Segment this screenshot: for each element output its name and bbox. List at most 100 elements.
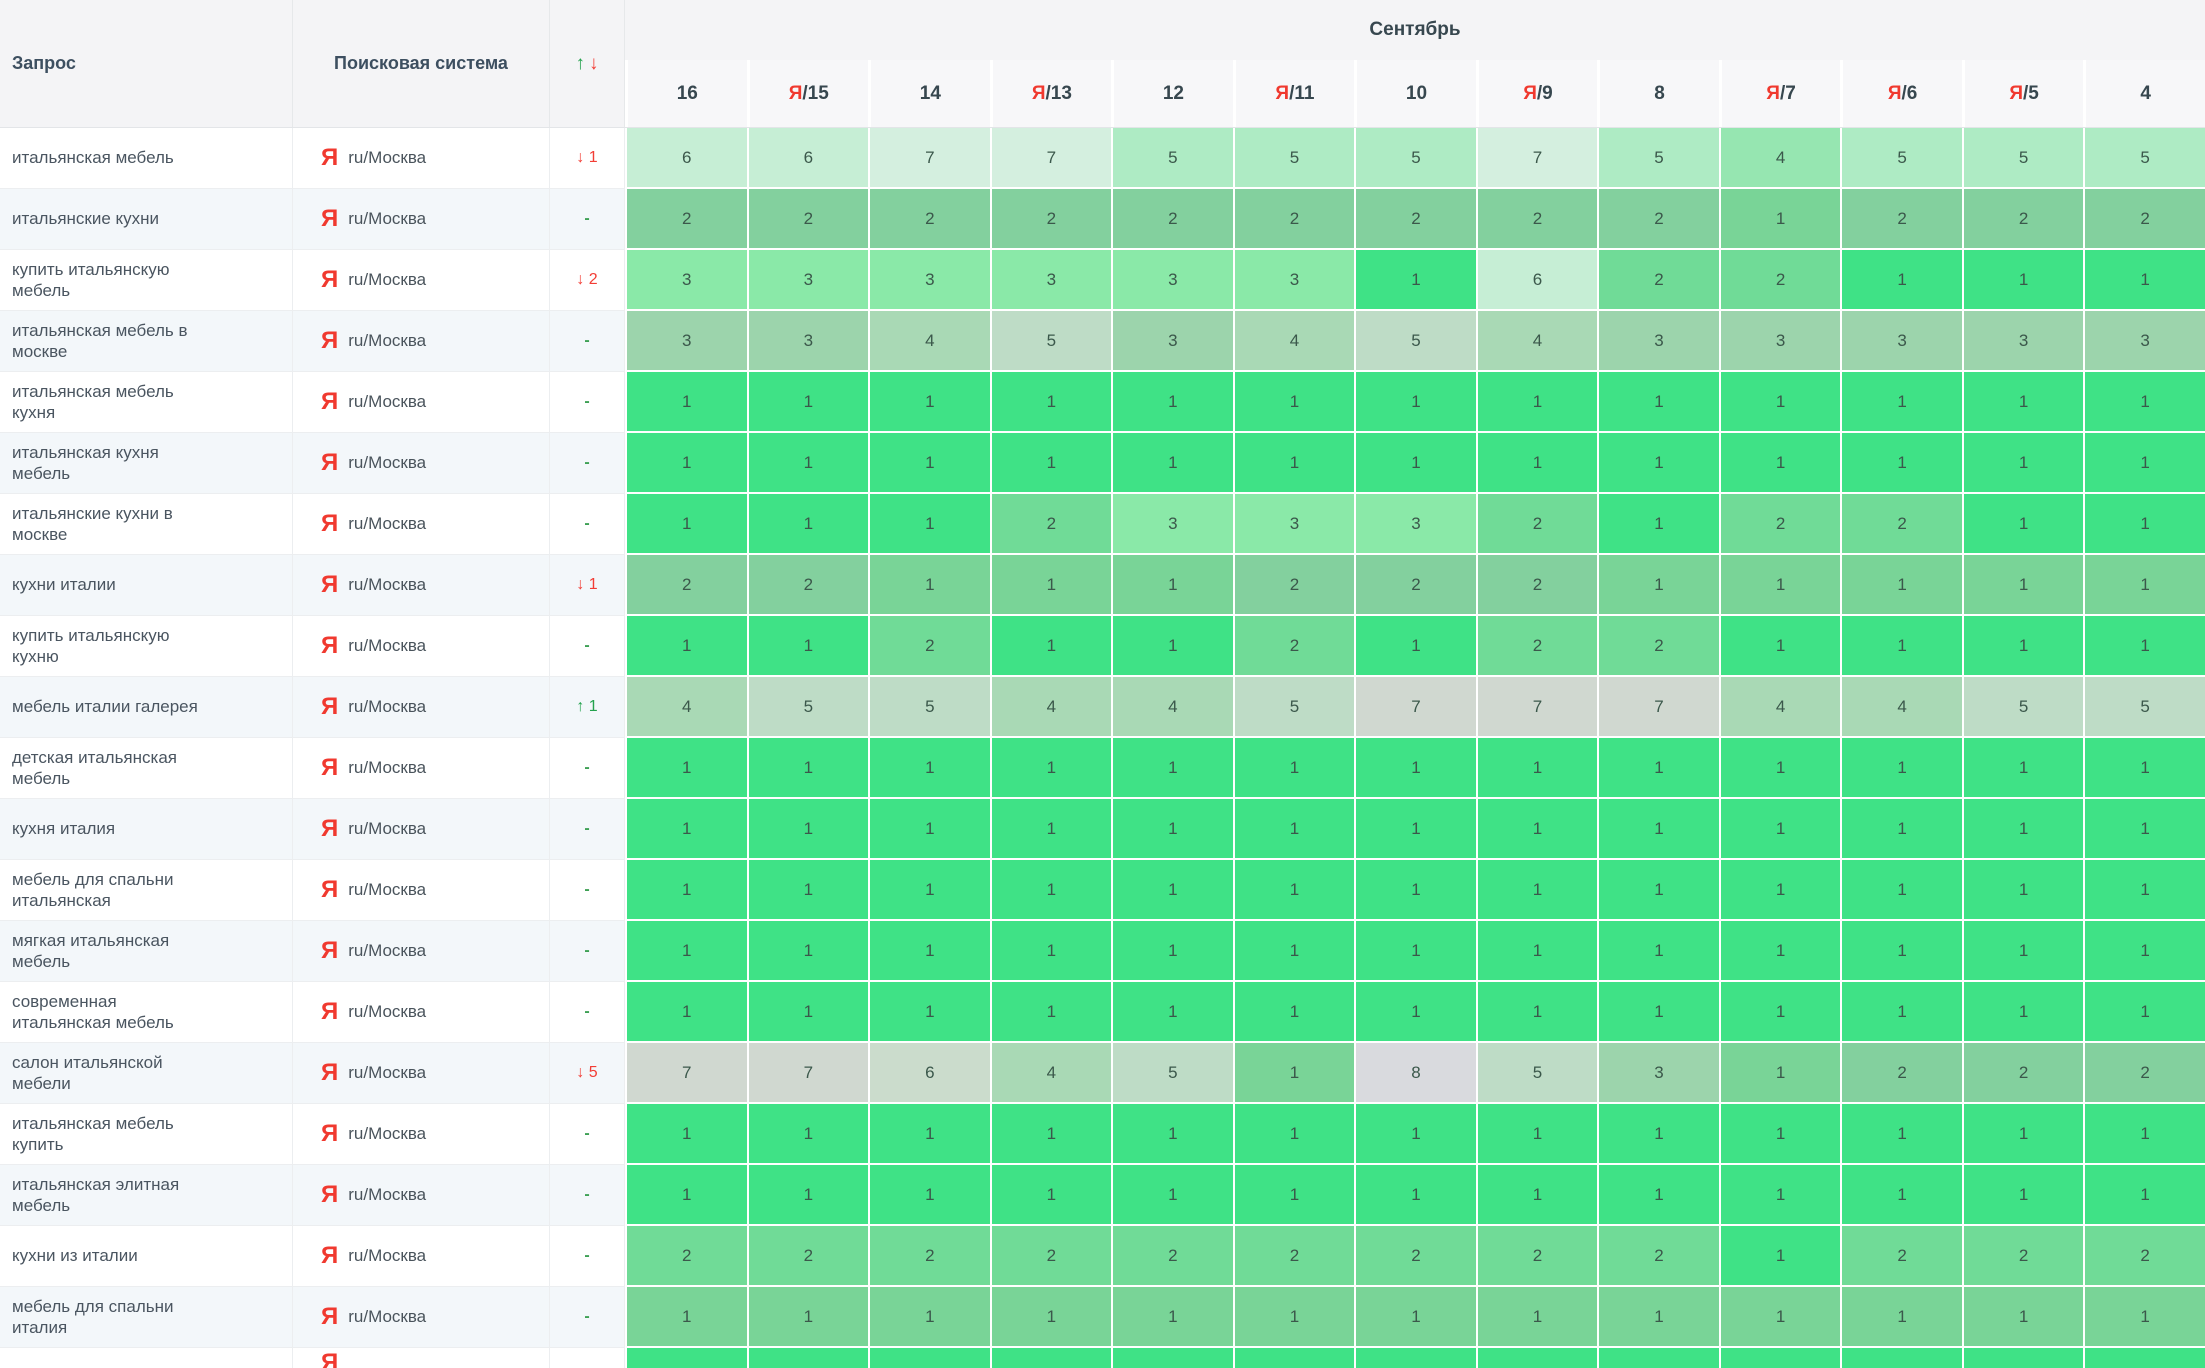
position-cell[interactable]: 7: [1476, 128, 1598, 189]
position-cell[interactable]: 1: [1719, 372, 1841, 433]
position-cell[interactable]: 1: [1597, 982, 1719, 1043]
position-cell[interactable]: 1: [1840, 1348, 1962, 1368]
position-cell[interactable]: 1: [1111, 1165, 1233, 1226]
date-header-4[interactable]: 4: [2083, 60, 2205, 127]
position-cell[interactable]: 1: [1476, 799, 1598, 860]
position-cell[interactable]: 1: [1233, 1348, 1355, 1368]
position-cell[interactable]: 5: [2083, 128, 2205, 189]
position-cell[interactable]: 3: [747, 311, 869, 372]
position-cell[interactable]: 2: [1962, 189, 2084, 250]
position-cell[interactable]: 1: [747, 799, 869, 860]
position-cell[interactable]: 1: [625, 799, 747, 860]
position-cell[interactable]: 6: [1476, 250, 1598, 311]
position-cell[interactable]: 1: [747, 1348, 869, 1368]
position-cell[interactable]: 5: [1354, 311, 1476, 372]
position-cell[interactable]: 1: [1962, 1348, 2084, 1368]
query-cell[interactable]: мебель для спальни итальянская: [0, 860, 293, 921]
position-cell[interactable]: 1: [990, 1104, 1112, 1165]
position-cell[interactable]: 1: [2083, 1348, 2205, 1368]
position-cell[interactable]: 2: [868, 189, 990, 250]
position-cell[interactable]: 1: [868, 1348, 990, 1368]
query-cell[interactable]: итальянская элитная мебель: [0, 1165, 293, 1226]
date-header-11[interactable]: Я/11: [1233, 60, 1355, 127]
position-cell[interactable]: 1: [747, 494, 869, 555]
position-cell[interactable]: 1: [1233, 433, 1355, 494]
position-cell[interactable]: 1: [868, 982, 990, 1043]
position-cell[interactable]: 4: [625, 677, 747, 738]
position-cell[interactable]: 5: [1111, 1043, 1233, 1104]
position-cell[interactable]: 5: [2083, 677, 2205, 738]
date-header-16[interactable]: 16: [625, 60, 747, 127]
position-cell[interactable]: 1: [1719, 1287, 1841, 1348]
date-header-5[interactable]: Я/5: [1962, 60, 2084, 127]
position-cell[interactable]: 1: [1597, 799, 1719, 860]
position-cell[interactable]: 1: [1962, 1287, 2084, 1348]
position-cell[interactable]: 1: [1111, 921, 1233, 982]
position-cell[interactable]: 1: [1962, 799, 2084, 860]
position-cell[interactable]: 1: [625, 860, 747, 921]
position-cell[interactable]: 1: [747, 738, 869, 799]
position-cell[interactable]: 2: [1962, 1043, 2084, 1104]
position-cell[interactable]: 1: [2083, 1165, 2205, 1226]
position-cell[interactable]: 1: [1962, 494, 2084, 555]
query-cell[interactable]: итальянская мебель купить: [0, 1104, 293, 1165]
position-cell[interactable]: 1: [625, 1104, 747, 1165]
position-cell[interactable]: 2: [990, 494, 1112, 555]
position-cell[interactable]: 3: [1719, 311, 1841, 372]
position-cell[interactable]: 1: [1719, 1043, 1841, 1104]
position-cell[interactable]: 1: [1719, 860, 1841, 921]
position-cell[interactable]: 1: [1719, 555, 1841, 616]
position-cell[interactable]: 1: [990, 555, 1112, 616]
position-cell[interactable]: 1: [1840, 1104, 1962, 1165]
position-cell[interactable]: 7: [625, 1043, 747, 1104]
position-cell[interactable]: 1: [1476, 1165, 1598, 1226]
position-cell[interactable]: 1: [2083, 982, 2205, 1043]
position-cell[interactable]: 1: [1354, 982, 1476, 1043]
position-cell[interactable]: 1: [2083, 860, 2205, 921]
date-header-12[interactable]: 12: [1111, 60, 1233, 127]
position-cell[interactable]: 1: [990, 1348, 1112, 1368]
position-cell[interactable]: 5: [1962, 128, 2084, 189]
position-cell[interactable]: 1: [1719, 799, 1841, 860]
position-cell[interactable]: 1: [1840, 799, 1962, 860]
query-cell[interactable]: итальянские кухни: [0, 189, 293, 250]
query-cell[interactable]: детская итальянская мебель: [0, 738, 293, 799]
position-cell[interactable]: 1: [1111, 738, 1233, 799]
query-cell[interactable]: итальянская мебель кухня: [0, 372, 293, 433]
position-cell[interactable]: 1: [747, 1165, 869, 1226]
date-header-9[interactable]: Я/9: [1476, 60, 1598, 127]
query-cell[interactable]: [0, 1348, 293, 1368]
query-cell[interactable]: кухни италии: [0, 555, 293, 616]
position-cell[interactable]: 1: [1354, 250, 1476, 311]
position-cell[interactable]: 3: [1840, 311, 1962, 372]
position-cell[interactable]: 1: [1962, 616, 2084, 677]
position-cell[interactable]: 1: [1597, 738, 1719, 799]
position-cell[interactable]: 1: [625, 1287, 747, 1348]
position-cell[interactable]: 2: [1597, 616, 1719, 677]
position-cell[interactable]: 1: [625, 982, 747, 1043]
position-cell[interactable]: 1: [1111, 860, 1233, 921]
position-cell[interactable]: 1: [1111, 1287, 1233, 1348]
position-cell[interactable]: 5: [1233, 677, 1355, 738]
position-cell[interactable]: 1: [990, 799, 1112, 860]
position-cell[interactable]: 1: [1719, 189, 1841, 250]
position-cell[interactable]: 1: [1719, 982, 1841, 1043]
position-cell[interactable]: 3: [1233, 250, 1355, 311]
position-cell[interactable]: 1: [1476, 372, 1598, 433]
position-cell[interactable]: 1: [1233, 1165, 1355, 1226]
position-cell[interactable]: 2: [1719, 494, 1841, 555]
position-cell[interactable]: 2: [1962, 1226, 2084, 1287]
position-cell[interactable]: 4: [1476, 311, 1598, 372]
date-header-14[interactable]: 14: [868, 60, 990, 127]
position-cell[interactable]: 1: [1354, 738, 1476, 799]
position-cell[interactable]: 1: [1962, 372, 2084, 433]
position-cell[interactable]: 5: [1962, 677, 2084, 738]
position-cell[interactable]: 3: [625, 311, 747, 372]
position-cell[interactable]: 1: [990, 860, 1112, 921]
position-cell[interactable]: 1: [1597, 433, 1719, 494]
position-cell[interactable]: 2: [747, 1226, 869, 1287]
position-cell[interactable]: 2: [1840, 1226, 1962, 1287]
position-cell[interactable]: 8: [1354, 1043, 1476, 1104]
position-cell[interactable]: 1: [1840, 921, 1962, 982]
position-cell[interactable]: 5: [1597, 128, 1719, 189]
